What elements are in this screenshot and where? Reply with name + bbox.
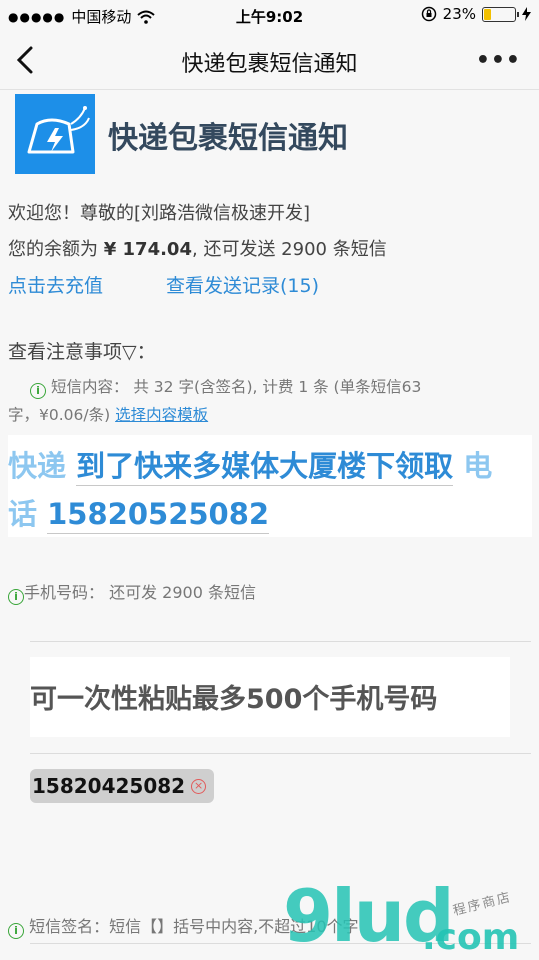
message-fixed-text: 话 bbox=[8, 497, 38, 531]
message-editable-text[interactable]: 到了快来多媒体大厦楼下领取 bbox=[76, 449, 454, 486]
phone-number-label: i 手机号码： 还可发 2900 条短信 bbox=[8, 579, 256, 605]
sms-info-line1: 短信内容： 共 32 字(含签名), 计费 1 条 (单条短信63 bbox=[50, 378, 422, 396]
battery-percent: 23% bbox=[442, 5, 476, 23]
info-icon: i bbox=[30, 383, 46, 399]
remove-phone-icon[interactable]: × bbox=[191, 778, 207, 794]
battery-icon bbox=[482, 6, 519, 22]
nav-title: 快递包裹短信通知 bbox=[181, 52, 358, 77]
phone-label-text: 手机号码： 还可发 2900 条短信 bbox=[24, 583, 256, 602]
message-phone-field[interactable]: 15820525082 bbox=[47, 497, 270, 534]
notice-toggle[interactable]: 查看注意事项▽： bbox=[8, 337, 156, 364]
phone-paste-placeholder: 可一次性粘贴最多500个手机号码 bbox=[30, 684, 438, 715]
divider bbox=[30, 641, 531, 642]
watermark-text: 程序商店 bbox=[451, 889, 514, 919]
send-history-link[interactable]: 查看发送记录(15) bbox=[166, 271, 319, 298]
phone-chip-number: 15820425082 bbox=[32, 774, 186, 798]
balance-suffix: , 还可发送 2900 条短信 bbox=[192, 239, 387, 260]
charging-bolt-icon bbox=[522, 7, 531, 21]
sms-info-line2: 字，¥0.06/条) bbox=[8, 406, 111, 424]
status-bar: ●●●●● 中国移动 上午9:02 23% bbox=[0, 0, 539, 30]
balance-value: ¥ 174.04 bbox=[103, 239, 192, 260]
choose-template-link[interactable]: 选择内容模板 bbox=[115, 406, 208, 424]
message-line-2: 话 15820525082 bbox=[8, 491, 270, 534]
phone-number-chip[interactable]: 15820425082 × bbox=[30, 769, 215, 803]
main-content: 快递包裹短信通知 欢迎您！尊敬的[刘路浩微信极速开发] 您的余额为 ¥ 174.… bbox=[0, 91, 539, 960]
delivery-bolt-logo-icon bbox=[27, 106, 90, 154]
message-editor[interactable]: 快递 到了快来多媒体大厦楼下领取 电 话 15820525082 bbox=[8, 435, 532, 537]
message-line-1: 快递 到了快来多媒体大厦楼下领取 电 bbox=[8, 443, 493, 486]
app-title: 快递包裹短信通知 bbox=[108, 121, 348, 156]
balance-line: 您的余额为 ¥ 174.04, 还可发送 2900 条短信 bbox=[8, 235, 387, 261]
nav-bar: 快递包裹短信通知 ••• bbox=[0, 30, 539, 90]
rotation-lock-icon bbox=[421, 6, 436, 22]
balance-prefix: 您的余额为 bbox=[8, 239, 98, 260]
message-fixed-text: 电 bbox=[463, 449, 493, 483]
message-fixed-text: 快递 bbox=[8, 449, 67, 483]
welcome-text: 欢迎您！尊敬的[刘路浩微信极速开发] bbox=[8, 203, 311, 224]
status-right: 23% bbox=[421, 5, 531, 23]
divider bbox=[30, 753, 531, 754]
info-icon: i bbox=[8, 589, 24, 605]
app-logo bbox=[15, 94, 95, 174]
more-options-icon[interactable]: ••• bbox=[476, 48, 521, 73]
phone-paste-input[interactable]: 可一次性粘贴最多500个手机号码 bbox=[30, 657, 510, 737]
sms-content-info: i 短信内容： 共 32 字(含签名), 计费 1 条 (单条短信63 字，¥0… bbox=[8, 373, 528, 429]
watermark-domain: .com bbox=[422, 917, 520, 958]
info-icon: i bbox=[8, 923, 24, 939]
recharge-link[interactable]: 点击去充值 bbox=[8, 271, 103, 298]
